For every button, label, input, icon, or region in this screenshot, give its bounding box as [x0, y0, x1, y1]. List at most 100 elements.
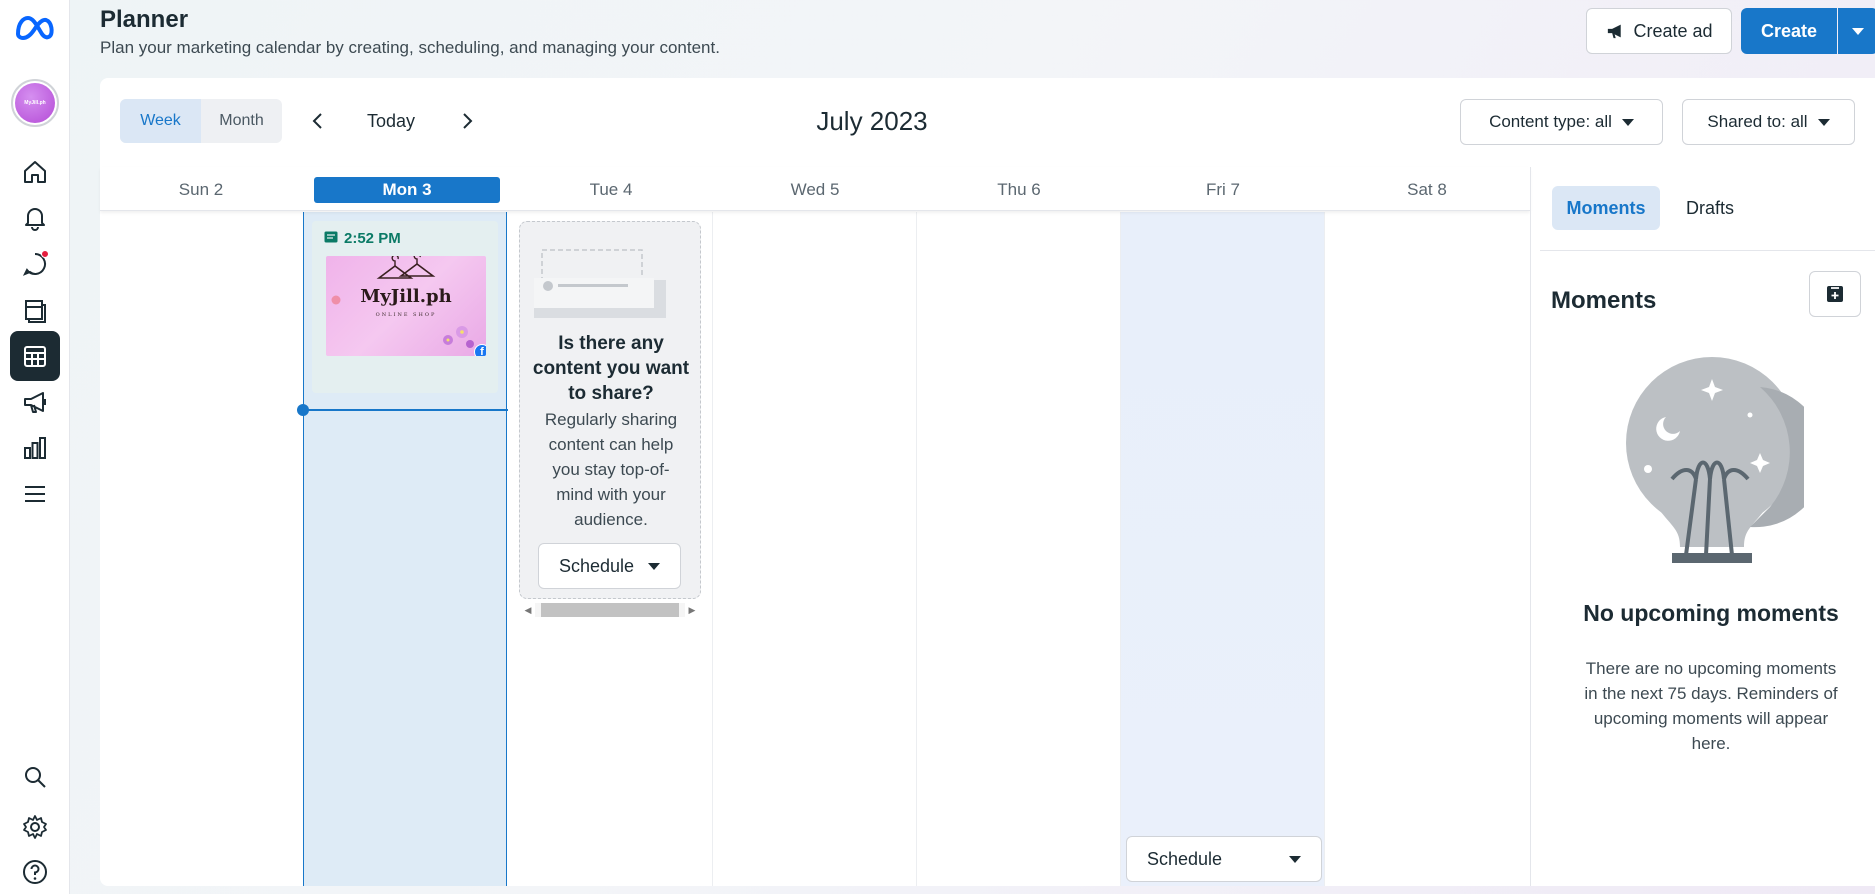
page-title: Planner	[100, 6, 189, 33]
previous-week-button[interactable]	[303, 106, 333, 136]
add-moment-button[interactable]	[1809, 271, 1861, 317]
sidebar-item-notifications[interactable]	[10, 193, 60, 243]
facebook-icon: f	[474, 344, 486, 356]
sidebar-item-settings[interactable]	[10, 802, 60, 852]
create-ad-label: Create ad	[1633, 20, 1713, 41]
tab-moments[interactable]: Moments	[1552, 186, 1660, 230]
day-column-sat[interactable]	[1325, 212, 1529, 886]
content-type-filter-label: Content type: all	[1489, 112, 1612, 131]
next-week-button[interactable]	[452, 106, 482, 136]
view-toggle: Week Month	[120, 99, 282, 143]
bar-chart-icon	[24, 437, 46, 459]
gear-icon	[23, 815, 47, 839]
post-thumbnail: MyJill.ph ONLINE SHOP f	[326, 256, 486, 356]
create-ad-button[interactable]: Create ad	[1586, 8, 1732, 54]
schedule-label: Schedule	[1147, 848, 1223, 869]
day-column-fri[interactable]	[1121, 212, 1325, 886]
today-button[interactable]: Today	[356, 106, 426, 136]
day-header: Sat 8	[1407, 180, 1447, 199]
day-column-sun[interactable]	[100, 212, 304, 886]
day-column-thu[interactable]	[917, 212, 1121, 886]
search-icon	[25, 767, 46, 788]
day-header: Tue 4	[589, 180, 633, 199]
add-calendar-icon	[1827, 286, 1843, 302]
chevron-right-icon	[463, 113, 473, 129]
lightbulb-illustration	[1626, 357, 1804, 563]
megaphone-icon	[1608, 24, 1622, 39]
sidebar-item-ads[interactable]	[10, 377, 60, 427]
day-header: Fri 7	[1206, 180, 1240, 199]
content-type-filter[interactable]: Content type: all	[1460, 99, 1663, 145]
tab-drafts[interactable]: Drafts	[1672, 186, 1748, 230]
page-avatar[interactable]: MyJill.ph	[11, 79, 59, 127]
content-suggestion-card: Is there any content you want to share? …	[519, 221, 701, 599]
hanger-icon	[376, 256, 436, 279]
post-placeholder-illustration	[534, 249, 666, 318]
decoration-dot-icon	[331, 295, 341, 305]
horizontal-scrollbar[interactable]: ◀ ▶	[521, 600, 699, 620]
sidebar-item-inbox[interactable]	[10, 239, 60, 289]
content-icon	[25, 300, 46, 323]
bell-icon	[25, 208, 45, 231]
create-label: Create	[1760, 20, 1818, 41]
calendar-icon	[24, 346, 46, 367]
avatar-label: MyJill.ph	[15, 83, 55, 123]
chevron-down-icon	[1289, 855, 1301, 863]
suggestion-body: Regularly sharing content can help you s…	[544, 410, 678, 529]
day-header-today: Mon 3	[314, 177, 500, 203]
day-header: Wed 5	[790, 180, 840, 199]
help-icon	[23, 860, 47, 884]
month-view-button[interactable]: Month	[201, 99, 282, 143]
empty-state-body: There are no upcoming moments in the nex…	[1584, 659, 1838, 753]
scrollbar-thumb[interactable]	[541, 603, 679, 617]
sidebar-item-planner[interactable]	[10, 331, 60, 381]
sidebar-item-content[interactable]	[10, 285, 60, 335]
shared-to-filter-label: Shared to: all	[1707, 112, 1808, 131]
current-time-dot	[297, 404, 309, 416]
sidebar-item-help[interactable]	[10, 852, 60, 892]
empty-state-title: No upcoming moments	[1583, 600, 1839, 626]
chevron-left-icon	[312, 113, 322, 129]
sidebar-item-home[interactable]	[10, 147, 60, 197]
chevron-down-icon	[648, 562, 660, 570]
current-time-line	[303, 409, 508, 411]
week-view-button[interactable]: Week	[120, 99, 201, 143]
moments-section-title: Moments	[1551, 287, 1657, 314]
month-title: July 2023	[816, 106, 928, 136]
flower-decoration-icon	[443, 326, 474, 348]
post-brand-subtext: ONLINE SHOP	[375, 312, 437, 318]
chevron-down-icon	[1852, 27, 1864, 35]
day-header-row: Sun 2 Mon 3 Tue 4 Wed 5 Thu 6 Fri 7 Sat …	[100, 167, 1530, 211]
sidebar-item-search[interactable]	[10, 752, 60, 802]
post-brand-text: MyJill.ph	[360, 286, 452, 307]
scroll-right-icon[interactable]: ▶	[685, 603, 699, 617]
page-subtitle: Plan your marketing calendar by creating…	[100, 38, 720, 57]
side-panel-divider	[1530, 167, 1531, 886]
fri-schedule-button[interactable]: Schedule	[1126, 836, 1322, 882]
post-type-icon	[324, 231, 338, 243]
menu-icon	[25, 486, 45, 502]
sidebar-item-insights[interactable]	[10, 423, 60, 473]
meta-logo-icon[interactable]	[12, 10, 58, 46]
post-time: 2:52 PM	[344, 230, 401, 247]
suggestion-title: Is there any content you want to share?	[532, 333, 690, 404]
day-column-wed[interactable]	[713, 212, 917, 886]
left-navigation-rail: MyJill.ph	[0, 0, 70, 894]
sidebar-item-all-tools[interactable]	[10, 469, 60, 519]
suggestion-schedule-button[interactable]: Schedule	[538, 543, 681, 589]
shared-to-filter[interactable]: Shared to: all	[1682, 99, 1855, 145]
day-header: Thu 6	[997, 180, 1041, 199]
notification-dot	[41, 250, 49, 258]
create-dropdown-button[interactable]	[1838, 8, 1875, 54]
megaphone-icon	[24, 392, 46, 413]
schedule-label: Schedule	[559, 555, 635, 576]
chevron-down-icon	[1621, 118, 1634, 126]
home-icon	[24, 161, 46, 183]
scrollbar-track	[535, 603, 685, 617]
chevron-down-icon	[1817, 118, 1830, 126]
day-header: Sun 2	[178, 180, 224, 199]
create-button[interactable]: Create	[1741, 8, 1837, 54]
side-panel-separator	[1540, 250, 1875, 251]
scroll-left-icon[interactable]: ◀	[521, 603, 535, 617]
scheduled-post-card[interactable]: 2:52 PM MyJill.ph ONLINE SHOP f	[312, 221, 498, 393]
